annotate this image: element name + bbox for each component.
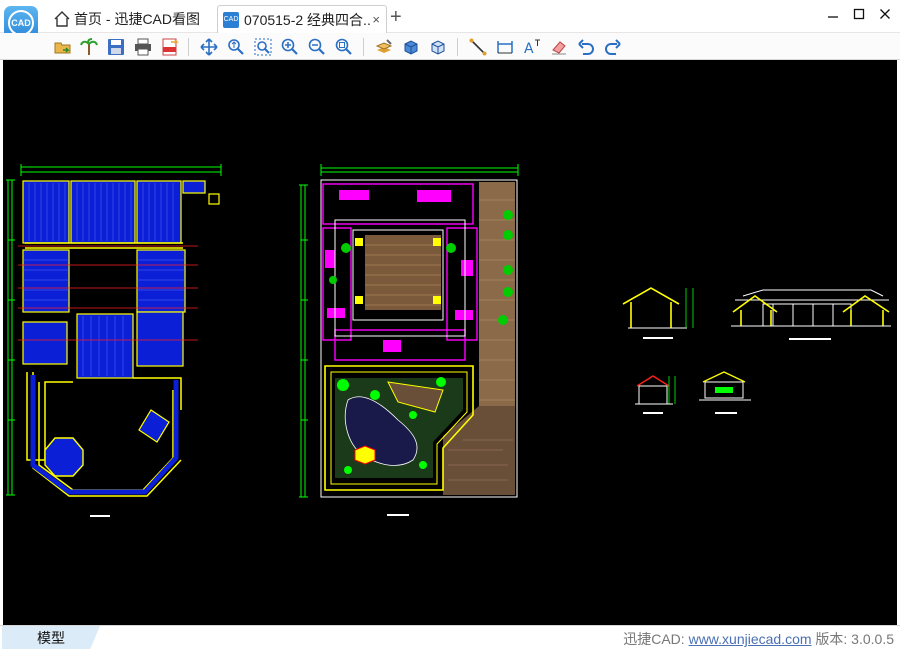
tab-home[interactable]: 首页 - 迅捷CAD看图: [50, 5, 215, 33]
elevations-right: [622, 287, 891, 414]
3d-box-button[interactable]: [427, 36, 449, 58]
toolbar-separator: [457, 38, 458, 56]
undo-button[interactable]: [575, 36, 597, 58]
svg-text:A: A: [524, 41, 534, 56]
print-button[interactable]: [132, 36, 154, 58]
undo-icon: [578, 39, 594, 55]
dimension-button[interactable]: [494, 36, 516, 58]
model-tab[interactable]: 模型: [2, 626, 100, 649]
tab-document-label: 070515-2 经典四合..: [244, 11, 371, 28]
text-button[interactable]: A: [521, 36, 543, 58]
version-label: 版本: 3.0.0.5: [811, 631, 894, 647]
model-tab-label: 模型: [37, 629, 65, 646]
palm-tree-icon: [80, 38, 98, 55]
site-plan-middle: [299, 164, 519, 516]
zoom-extent-icon: [335, 38, 352, 55]
zoom-extent-button[interactable]: [333, 36, 355, 58]
drawing-canvas[interactable]: [3, 60, 897, 625]
export-pdf-button[interactable]: [159, 36, 181, 58]
zoom-in-button[interactable]: [279, 36, 301, 58]
maximize-button[interactable]: [848, 8, 870, 26]
minimize-button[interactable]: [822, 8, 844, 26]
pan-icon: [200, 38, 218, 56]
layer-button[interactable]: [373, 36, 395, 58]
tab-document[interactable]: CAD 070515-2 经典四合.. ×: [217, 5, 387, 33]
zoom-out-button[interactable]: [306, 36, 328, 58]
tab-home-label: 首页 - 迅捷CAD看图: [74, 11, 200, 27]
title-bar: CAD 首页 - 迅捷CAD看图 CAD 070515-2 经典四合.. × +: [0, 0, 900, 40]
open-file-button[interactable]: [52, 36, 74, 58]
text-icon: A: [524, 39, 540, 56]
redo-button[interactable]: [602, 36, 624, 58]
close-tab-icon[interactable]: ×: [372, 12, 380, 27]
new-tab-button[interactable]: +: [390, 7, 402, 27]
zoom-realtime-button[interactable]: [225, 36, 247, 58]
zoom-out-icon: [308, 38, 325, 55]
zoom-realtime-icon: [228, 39, 244, 55]
status-bar: 模型 迅捷CAD: www.xunjiecad.com 版本: 3.0.0.5: [0, 625, 900, 650]
minimize-icon: [828, 16, 838, 18]
redo-icon: [605, 39, 621, 55]
3d-view-icon: [404, 40, 418, 55]
close-icon: [880, 9, 890, 19]
zoom-in-icon: [281, 38, 298, 55]
zoom-window-icon: [254, 38, 272, 56]
status-info: 迅捷CAD: www.xunjiecad.com 版本: 3.0.0.5: [623, 629, 894, 649]
home-icon: [54, 11, 70, 27]
pan-button[interactable]: [198, 36, 220, 58]
save-button[interactable]: [105, 36, 127, 58]
line-measure-icon: [469, 38, 487, 56]
toolbar: A: [0, 33, 900, 60]
brand-label: 迅捷CAD:: [623, 631, 689, 647]
cad-file-icon: CAD: [223, 11, 239, 28]
3d-box-icon: [431, 40, 445, 55]
eraser-button[interactable]: [548, 36, 570, 58]
cad-drawing: [6, 164, 891, 517]
dimension-icon: [497, 41, 513, 54]
3d-view-button[interactable]: [400, 36, 422, 58]
save-icon: [108, 39, 124, 55]
toolbar-separator: [363, 38, 364, 56]
website-link[interactable]: www.xunjiecad.com: [689, 631, 812, 647]
open-file-icon: [54, 42, 71, 54]
close-window-button[interactable]: [874, 8, 896, 26]
floor-plan-left: [6, 164, 222, 517]
palm-tree-button[interactable]: [78, 36, 100, 58]
line-measure-button[interactable]: [467, 36, 489, 58]
zoom-window-button[interactable]: [252, 36, 274, 58]
toolbar-separator: [188, 38, 189, 56]
layer-icon: [375, 39, 393, 53]
export-pdf-icon: [162, 38, 179, 56]
maximize-icon: [853, 8, 865, 20]
eraser-icon: [552, 41, 566, 55]
print-icon: [135, 38, 151, 56]
